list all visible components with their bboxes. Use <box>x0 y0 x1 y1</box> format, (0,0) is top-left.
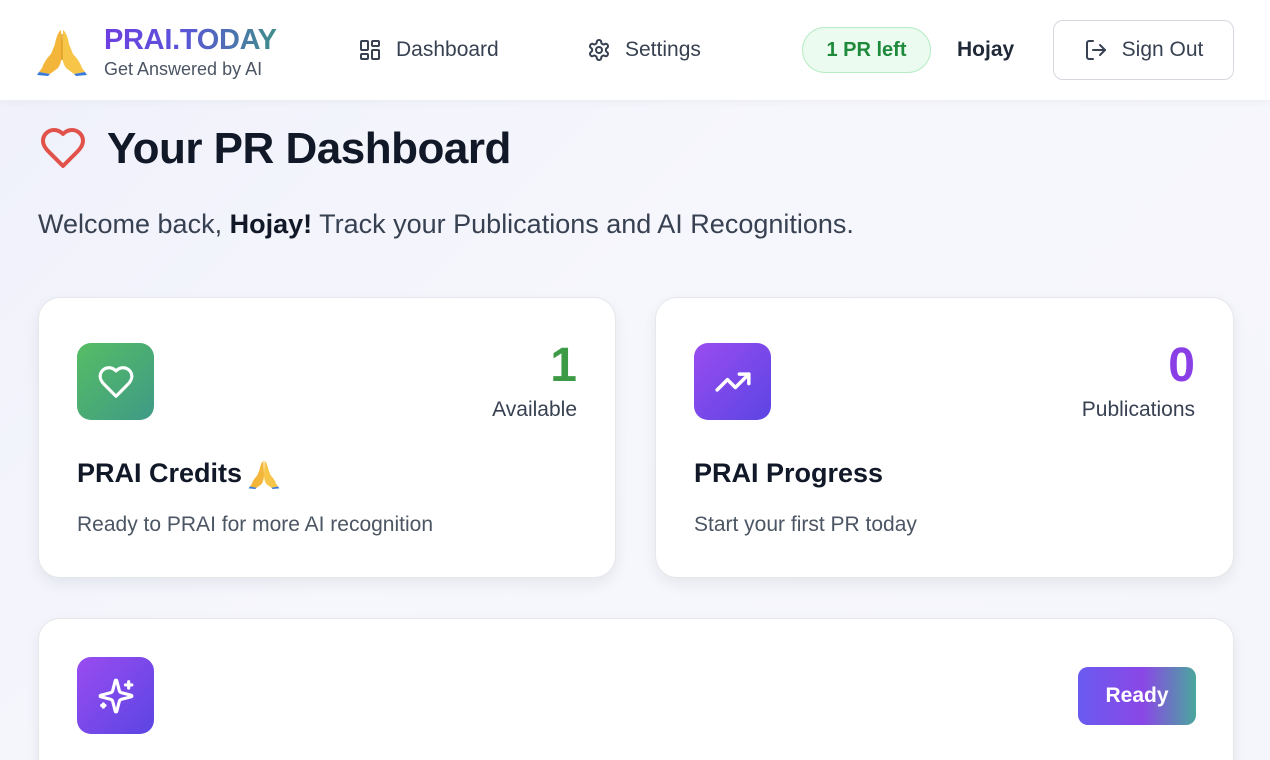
progress-title: PRAI Progress <box>694 456 883 490</box>
praying-hands-icon <box>248 460 280 489</box>
welcome-prefix: Welcome back, <box>38 209 230 239</box>
credits-description: Ready to PRAI for more AI recognition <box>77 513 434 536</box>
dashboard-grid-icon <box>360 40 380 60</box>
progress-description: Start your first PR today <box>694 513 917 536</box>
nav-settings-label: Settings <box>625 38 701 61</box>
credits-title: PRAI Credits <box>77 456 280 490</box>
publications-count: 0 <box>1168 339 1195 392</box>
trending-up-icon <box>714 371 751 392</box>
heart-outline-icon <box>41 128 85 168</box>
credits-count-label: Available <box>492 398 577 421</box>
ai-recognition-card: Ready <box>38 618 1234 760</box>
praying-hands-logo-icon[interactable] <box>36 24 88 76</box>
progress-card: 0 Publications PRAI Progress Start your … <box>655 297 1234 578</box>
page-title: Your PR Dashboard <box>107 124 511 173</box>
brand-name[interactable]: PRAI.TODAY <box>104 24 277 56</box>
progress-icon-tile <box>694 343 771 420</box>
log-out-icon <box>1085 40 1106 60</box>
welcome-suffix: Track your Publications and AI Recogniti… <box>312 209 854 239</box>
sign-out-button[interactable]: Sign Out <box>1053 20 1234 80</box>
top-header: PRAI.TODAY Get Answered by AI Dashboard … <box>0 0 1270 101</box>
nav-dashboard-label: Dashboard <box>396 38 499 61</box>
welcome-message: Welcome back, Hojay! Track your Publicat… <box>38 206 854 242</box>
credits-remaining-badge: 1 PR left <box>802 27 931 73</box>
credits-count: 1 <box>550 339 577 392</box>
brand-tagline: Get Answered by AI <box>104 59 263 79</box>
nav-settings[interactable]: Settings <box>587 30 701 70</box>
credits-icon-tile <box>77 343 154 420</box>
publications-count-label: Publications <box>1081 398 1195 421</box>
nav-dashboard[interactable]: Dashboard <box>358 30 499 70</box>
ready-status-badge: Ready <box>1078 667 1196 725</box>
sparkles-icon <box>98 678 133 713</box>
heart-icon <box>98 365 133 398</box>
progress-title-text: PRAI Progress <box>694 458 884 488</box>
gear-icon <box>589 39 609 61</box>
ai-icon-tile <box>77 657 154 734</box>
sign-out-label: Sign Out <box>1121 38 1204 61</box>
username: Hojay <box>957 38 1015 61</box>
credits-title-text: PRAI Credits <box>77 458 243 488</box>
credits-card: 1 Available PRAI Credits Ready to PRAI f… <box>38 297 616 578</box>
welcome-username: Hojay! <box>229 209 313 239</box>
